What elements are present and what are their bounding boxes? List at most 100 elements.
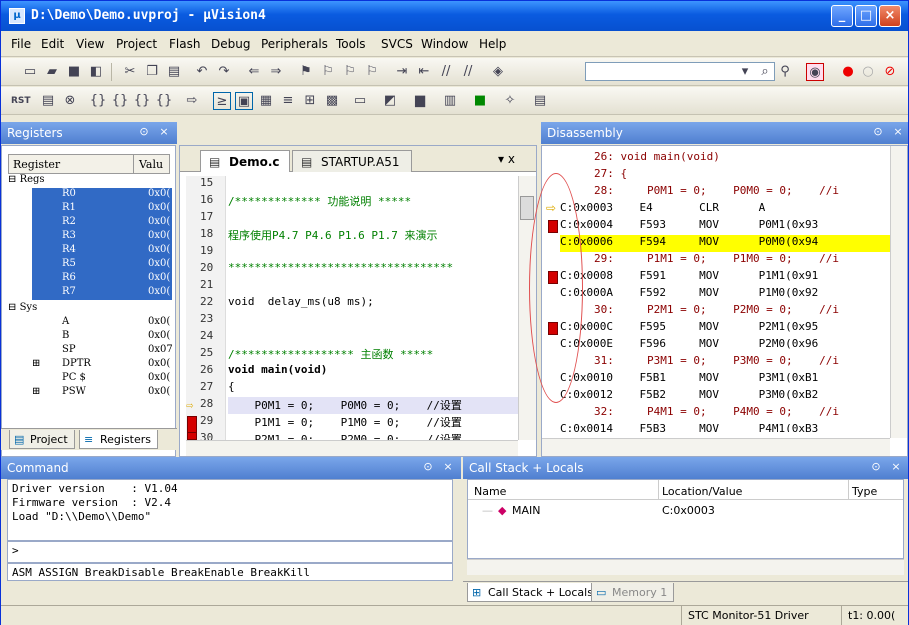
- unindent-icon[interactable]: ⇤: [415, 63, 433, 81]
- pin-icon[interactable]: ⊙: [869, 460, 883, 474]
- register-row[interactable]: R3 0x0(: [32, 230, 172, 244]
- menu-debug[interactable]: Debug: [211, 37, 250, 51]
- panel-close-icon[interactable]: ×: [157, 125, 171, 139]
- incremental-find-icon[interactable]: ⌕: [756, 63, 774, 81]
- next-bookmark-icon[interactable]: ⚐: [341, 63, 359, 81]
- kill-breakpoints-icon[interactable]: ⊘: [881, 63, 899, 81]
- menu-tools[interactable]: Tools: [336, 37, 366, 51]
- save-all-icon[interactable]: ◧: [87, 63, 105, 81]
- menu-view[interactable]: View: [76, 37, 104, 51]
- pin-icon[interactable]: ⊙: [137, 125, 151, 139]
- call-stack-icon[interactable]: ⊞: [301, 92, 319, 110]
- open-folder-icon[interactable]: ▰: [43, 63, 61, 81]
- new-file-icon[interactable]: ▭: [21, 63, 39, 81]
- redo-icon[interactable]: ↷: [215, 63, 233, 81]
- step-over-icon[interactable]: {}: [111, 92, 129, 110]
- panel-close-icon[interactable]: ×: [441, 460, 455, 474]
- panel-close-icon[interactable]: ×: [889, 460, 903, 474]
- serial-window-icon[interactable]: ◩: [381, 92, 399, 110]
- menu-peripherals[interactable]: Peripherals: [261, 37, 328, 51]
- step-into-icon[interactable]: {}: [89, 92, 107, 110]
- undo-icon[interactable]: ↶: [193, 63, 211, 81]
- menu-window[interactable]: Window: [421, 37, 468, 51]
- tab-registers[interactable]: ≡ Registers: [79, 430, 159, 449]
- tab-call-stack-locals[interactable]: ⊞ Call Stack + Locals: [467, 583, 600, 602]
- register-row[interactable]: R4 0x0(: [32, 244, 172, 258]
- run-to-cursor-icon[interactable]: {}: [155, 92, 173, 110]
- debug-session-icon[interactable]: ◉: [806, 63, 824, 81]
- run-icon[interactable]: ▤: [39, 92, 57, 110]
- tab-project[interactable]: ▤ Project: [9, 430, 75, 449]
- analysis-window-icon[interactable]: ▆: [411, 92, 429, 110]
- tab-startup-a51[interactable]: ▤ STARTUP.A51: [292, 150, 412, 172]
- menu-edit[interactable]: Edit: [41, 37, 64, 51]
- maximize-button[interactable]: □: [855, 5, 877, 27]
- code-area[interactable]: /************* 功能说明 ***** 程序使用P4.7 P4.6 …: [228, 176, 518, 440]
- register-row[interactable]: R6 0x0(: [32, 272, 172, 286]
- reset-cpu-icon[interactable]: RST: [11, 92, 31, 110]
- find-dropdown-icon[interactable]: ▾: [736, 63, 754, 81]
- command-window-icon[interactable]: ≥: [213, 92, 231, 110]
- disable-breakpoint-icon[interactable]: ○: [859, 63, 877, 81]
- register-row[interactable]: B 0x0(: [32, 330, 172, 344]
- disassembly-vertical-scrollbar[interactable]: [890, 146, 907, 438]
- save-icon[interactable]: ■: [65, 63, 83, 81]
- breakpoint-marker[interactable]: [187, 432, 197, 440]
- tab-demo-c[interactable]: ▤ Demo.c: [200, 150, 290, 172]
- register-row[interactable]: R1 0x0(: [32, 202, 172, 216]
- register-row[interactable]: ⊞ PSW 0x0(: [32, 386, 172, 400]
- watch-window-icon[interactable]: ▩: [323, 92, 341, 110]
- show-next-statement-icon[interactable]: ⇨: [183, 92, 201, 110]
- system-viewer-icon[interactable]: ■: [471, 92, 489, 110]
- register-row[interactable]: ⊞ DPTR 0x0(: [32, 358, 172, 372]
- breakpoint-icon[interactable]: ●: [839, 63, 857, 81]
- register-row[interactable]: A 0x0(: [32, 316, 172, 330]
- breakpoint-marker[interactable]: [187, 416, 197, 433]
- table-row[interactable]: — ◆ MAIN C:0x0003: [468, 502, 903, 520]
- stop-icon[interactable]: ⊗: [61, 92, 79, 110]
- memory-window-icon[interactable]: ▭: [351, 92, 369, 110]
- register-row[interactable]: R2 0x0(: [32, 216, 172, 230]
- register-row[interactable]: PC $0x0(: [32, 372, 172, 386]
- symbols-window-icon[interactable]: ▦: [257, 92, 275, 110]
- close-button[interactable]: ×: [879, 5, 901, 27]
- nav-forward-icon[interactable]: ⇒: [267, 63, 285, 81]
- disassembly-horizontal-scrollbar[interactable]: [542, 438, 890, 456]
- tab-memory-1[interactable]: ▭ Memory 1: [591, 583, 675, 602]
- menu-project[interactable]: Project: [116, 37, 157, 51]
- minimize-button[interactable]: _: [831, 5, 853, 27]
- column-header-type[interactable]: Type: [852, 485, 877, 498]
- command-input[interactable]: >: [7, 541, 453, 563]
- column-header-name[interactable]: Name: [474, 485, 506, 498]
- paste-icon[interactable]: ▤: [165, 63, 183, 81]
- uncomment-icon[interactable]: //: [459, 63, 477, 81]
- prev-bookmark-icon[interactable]: ⚐: [319, 63, 337, 81]
- clear-bookmarks-icon[interactable]: ⚐: [363, 63, 381, 81]
- register-column-header[interactable]: Register: [13, 158, 60, 171]
- indent-icon[interactable]: ⇥: [393, 63, 411, 81]
- value-column-header[interactable]: Valu: [139, 158, 163, 171]
- menu-file[interactable]: File: [11, 37, 31, 51]
- comment-icon[interactable]: //: [437, 63, 455, 81]
- menu-flash[interactable]: Flash: [169, 37, 200, 51]
- callstack-horizontal-scrollbar[interactable]: [467, 559, 904, 575]
- disassembly-view[interactable]: 26: void main(void) 27: { 28: P0M1 = 0; …: [541, 145, 908, 457]
- tree-node-regs[interactable]: ⊟ Regs: [8, 174, 45, 188]
- scroll-thumb[interactable]: [520, 196, 534, 220]
- column-header-location[interactable]: Location/Value: [662, 485, 742, 498]
- find-in-files-icon[interactable]: ◈: [489, 63, 507, 81]
- bookmark-icon[interactable]: ⚑: [297, 63, 315, 81]
- trace-window-icon[interactable]: ▥: [441, 92, 459, 110]
- step-out-icon[interactable]: {}: [133, 92, 151, 110]
- panel-close-icon[interactable]: ×: [891, 125, 905, 139]
- editor-horizontal-scrollbar[interactable]: [186, 440, 518, 456]
- editor-close-menu-icon[interactable]: ▾ x: [498, 152, 515, 166]
- cut-icon[interactable]: ✂: [121, 63, 139, 81]
- register-row[interactable]: SP 0x07: [32, 344, 173, 358]
- registers-window-icon[interactable]: ≡: [279, 92, 297, 110]
- register-row[interactable]: R0 0x0(: [32, 188, 172, 202]
- register-row[interactable]: R7 0x0(: [32, 286, 172, 300]
- menu-svcs[interactable]: SVCS: [381, 37, 413, 51]
- title-bar[interactable]: µ D:\Demo\Demo.uvproj - µVision4 _ □ ×: [1, 1, 908, 31]
- debug-restore-icon[interactable]: ▤: [531, 92, 549, 110]
